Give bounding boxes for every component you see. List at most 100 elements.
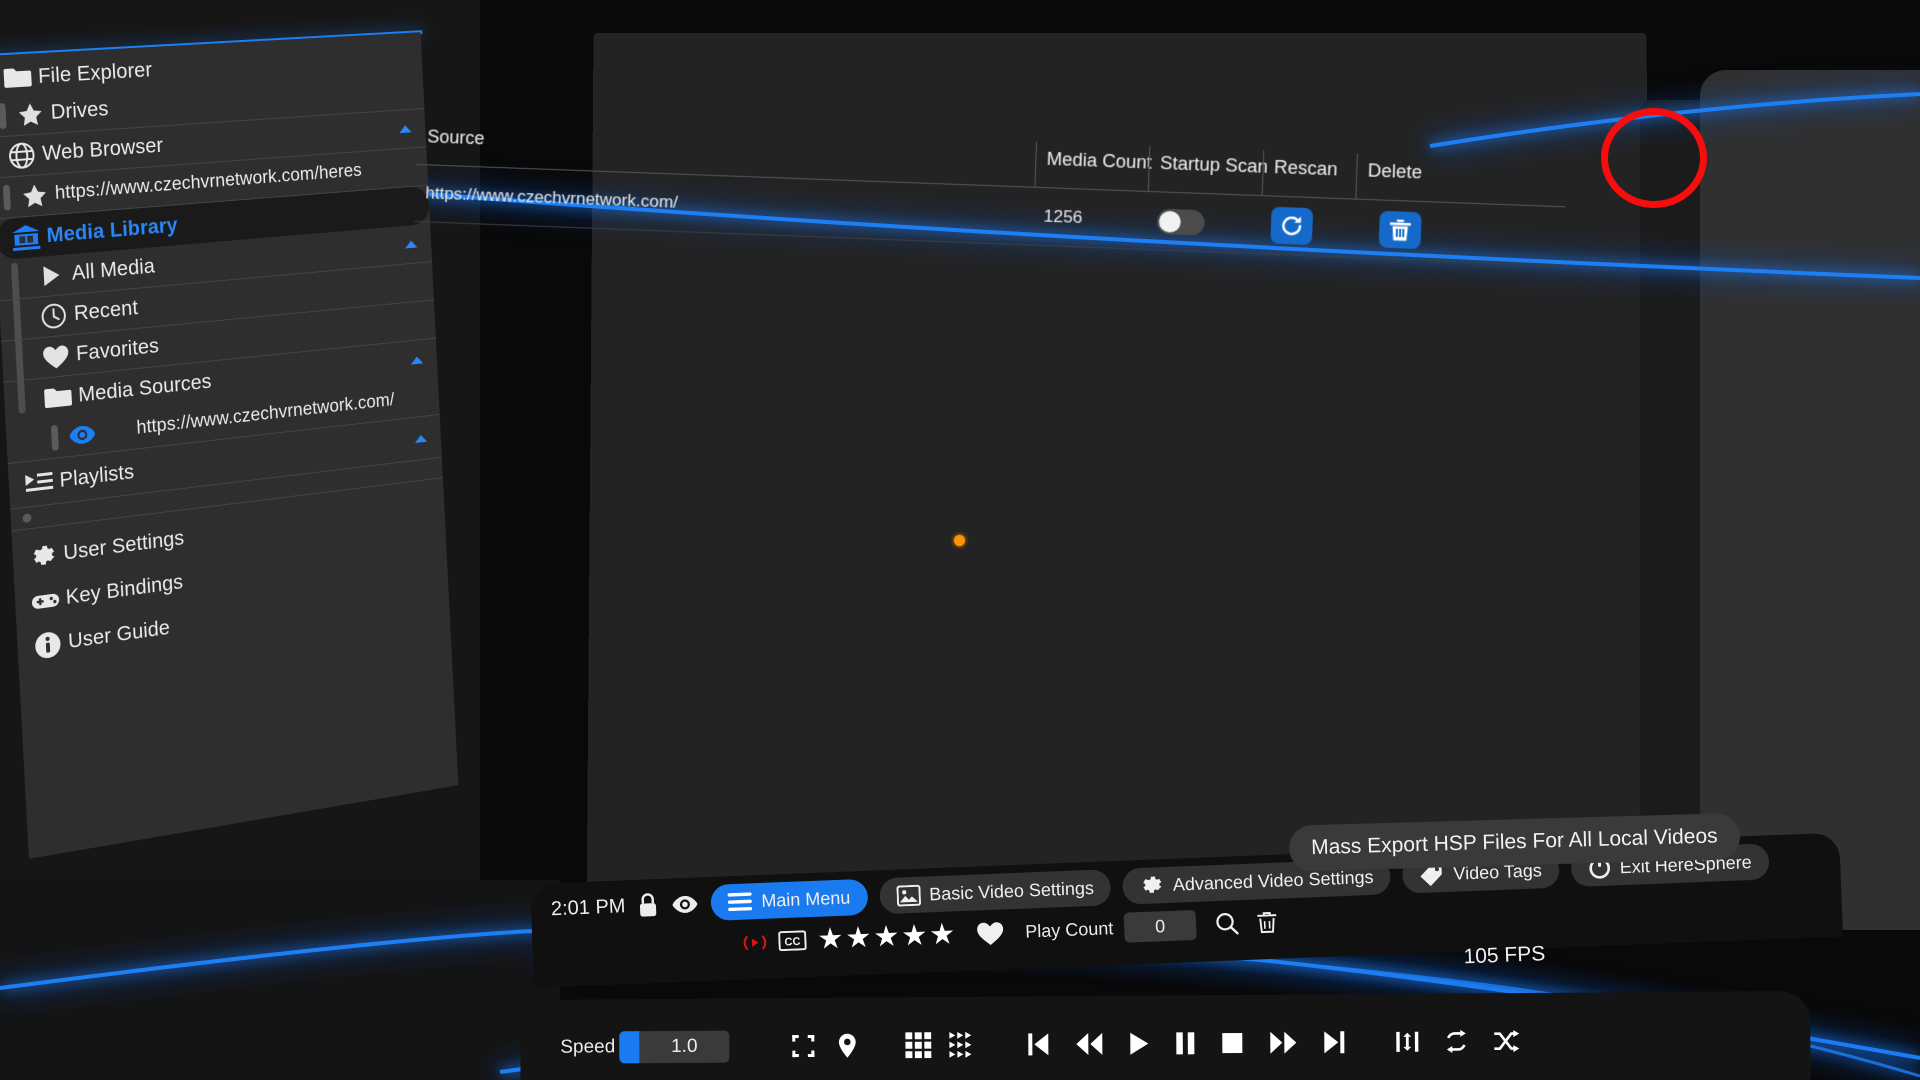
search-icon[interactable]	[1215, 911, 1240, 936]
speed-label: Speed	[560, 1036, 616, 1058]
sidebar-label: Playlists	[58, 460, 135, 492]
image-icon	[895, 884, 921, 907]
info-icon	[27, 628, 69, 661]
column-header-delete[interactable]: Delete	[1355, 153, 1472, 203]
clock-icon	[33, 301, 75, 330]
star-5[interactable]: ★	[929, 918, 956, 951]
shuffle-icon[interactable]	[1493, 1030, 1520, 1053]
folder-icon	[37, 384, 79, 412]
chevron-up-icon[interactable]	[414, 433, 428, 443]
speed-value: 1.0	[670, 1035, 698, 1057]
pause-icon[interactable]	[1175, 1031, 1195, 1055]
globe-icon	[1, 140, 43, 171]
button-label: Basic Video Settings	[928, 877, 1095, 904]
cell-media-count: 1256	[1043, 206, 1083, 228]
chevron-up-icon[interactable]	[399, 124, 412, 134]
indent-rail	[50, 424, 59, 452]
heart-icon	[35, 342, 77, 371]
left-sidebar: File Explorer Drives Web Browser https:/…	[0, 31, 479, 859]
eye-icon[interactable]	[62, 423, 103, 447]
sidebar-label: Media Library	[45, 213, 179, 247]
eye-icon[interactable]	[671, 894, 700, 914]
vr-scene: File Explorer Drives Web Browser https:/…	[0, 0, 1920, 1080]
skip-previous-icon[interactable]	[1027, 1032, 1049, 1056]
sidebar-label: File Explorer	[37, 58, 153, 88]
gaze-cursor	[954, 535, 965, 546]
fast-forward-icon[interactable]	[1269, 1031, 1297, 1055]
folder-icon	[0, 65, 39, 91]
sidebar-label: Media Sources	[77, 369, 212, 407]
fps-counter: 105 FPS	[1463, 942, 1546, 969]
star-4[interactable]: ★	[901, 919, 928, 952]
loop-controls-group	[1395, 1029, 1520, 1054]
sidebar-label: User Guide	[67, 615, 171, 653]
transport-bar: Speed 1.0	[520, 990, 1821, 1080]
trash-icon[interactable]	[1256, 910, 1279, 934]
speed-slider[interactable]: 1.0	[619, 1030, 730, 1064]
repeat-icon[interactable]	[1443, 1029, 1469, 1053]
cell-rescan	[1260, 206, 1355, 246]
playback-controls-group	[1027, 1030, 1345, 1056]
grid-icon[interactable]	[905, 1032, 932, 1059]
indent-rail	[0, 102, 7, 130]
transport-controls: Speed 1.0	[560, 1025, 1520, 1064]
annotation-circle-delete	[1601, 108, 1707, 208]
button-main-menu[interactable]: Main Menu	[710, 878, 868, 921]
sidebar-label: All Media	[71, 254, 156, 285]
ab-loop-icon[interactable]	[1395, 1030, 1419, 1054]
grid-dense-icon[interactable]	[949, 1031, 975, 1058]
gamepad-icon	[25, 588, 67, 613]
chevron-up-icon[interactable]	[404, 239, 418, 249]
star-icon	[9, 101, 51, 128]
toggle-knob	[1158, 210, 1182, 233]
play-icon[interactable]	[1129, 1032, 1149, 1056]
star-icon	[14, 182, 56, 210]
refresh-icon	[1279, 213, 1305, 238]
sidebar-label: Web Browser	[41, 134, 164, 166]
startup-scan-toggle[interactable]	[1156, 208, 1206, 236]
sidebar-label: Recent	[73, 296, 139, 326]
clock: 2:01 PM	[550, 894, 626, 920]
backdrop-right-panel	[1700, 70, 1920, 930]
view-controls-group	[791, 1033, 857, 1059]
rescan-button[interactable]	[1270, 206, 1314, 245]
cell-delete	[1354, 210, 1470, 251]
library-icon	[5, 222, 47, 252]
bullet-dot	[22, 513, 32, 524]
sidebar-label: User Settings	[62, 526, 185, 565]
column-header-startup-scan[interactable]: Startup Scan	[1147, 146, 1268, 196]
column-header-media-count[interactable]: Media Count	[1034, 142, 1152, 191]
gear-icon	[22, 540, 64, 573]
heart-icon[interactable]	[976, 920, 1005, 946]
backdrop-lower-left	[0, 880, 560, 1080]
button-label: Advanced Video Settings	[1172, 866, 1374, 895]
svg-text:CC: CC	[784, 936, 800, 949]
star-2[interactable]: ★	[845, 921, 872, 954]
star-3[interactable]: ★	[873, 920, 900, 953]
star-1[interactable]: ★	[817, 922, 844, 955]
cast-icon[interactable]	[742, 932, 768, 952]
indent-rail	[2, 184, 12, 211]
fullscreen-icon[interactable]	[791, 1034, 815, 1058]
cell-startup-scan	[1146, 208, 1261, 238]
chevron-up-icon[interactable]	[410, 355, 424, 365]
play-count-value[interactable]: 0	[1123, 909, 1197, 943]
skip-next-icon[interactable]	[1323, 1030, 1345, 1054]
stop-icon[interactable]	[1221, 1031, 1243, 1055]
sidebar-label: Favorites	[75, 334, 160, 366]
sidebar-label: Drives	[50, 97, 110, 124]
rating-stars[interactable]: ★ ★ ★ ★ ★	[817, 918, 956, 955]
delete-button[interactable]	[1378, 210, 1422, 250]
lock-icon[interactable]	[637, 892, 660, 919]
button-label: Main Menu	[760, 886, 851, 911]
location-pin-icon[interactable]	[837, 1033, 857, 1059]
column-header-rescan[interactable]: Rescan	[1261, 150, 1357, 199]
speed-slider-fill	[619, 1031, 640, 1064]
playlist-icon	[18, 469, 60, 497]
cc-icon[interactable]: CC	[778, 930, 807, 952]
rewind-icon[interactable]	[1075, 1032, 1103, 1056]
sidebar-label: Key Bindings	[65, 570, 184, 609]
trash-icon	[1389, 218, 1411, 241]
hamburger-icon	[728, 892, 753, 912]
cell-source: https://www.czechvrnetwork.com/	[425, 183, 679, 212]
